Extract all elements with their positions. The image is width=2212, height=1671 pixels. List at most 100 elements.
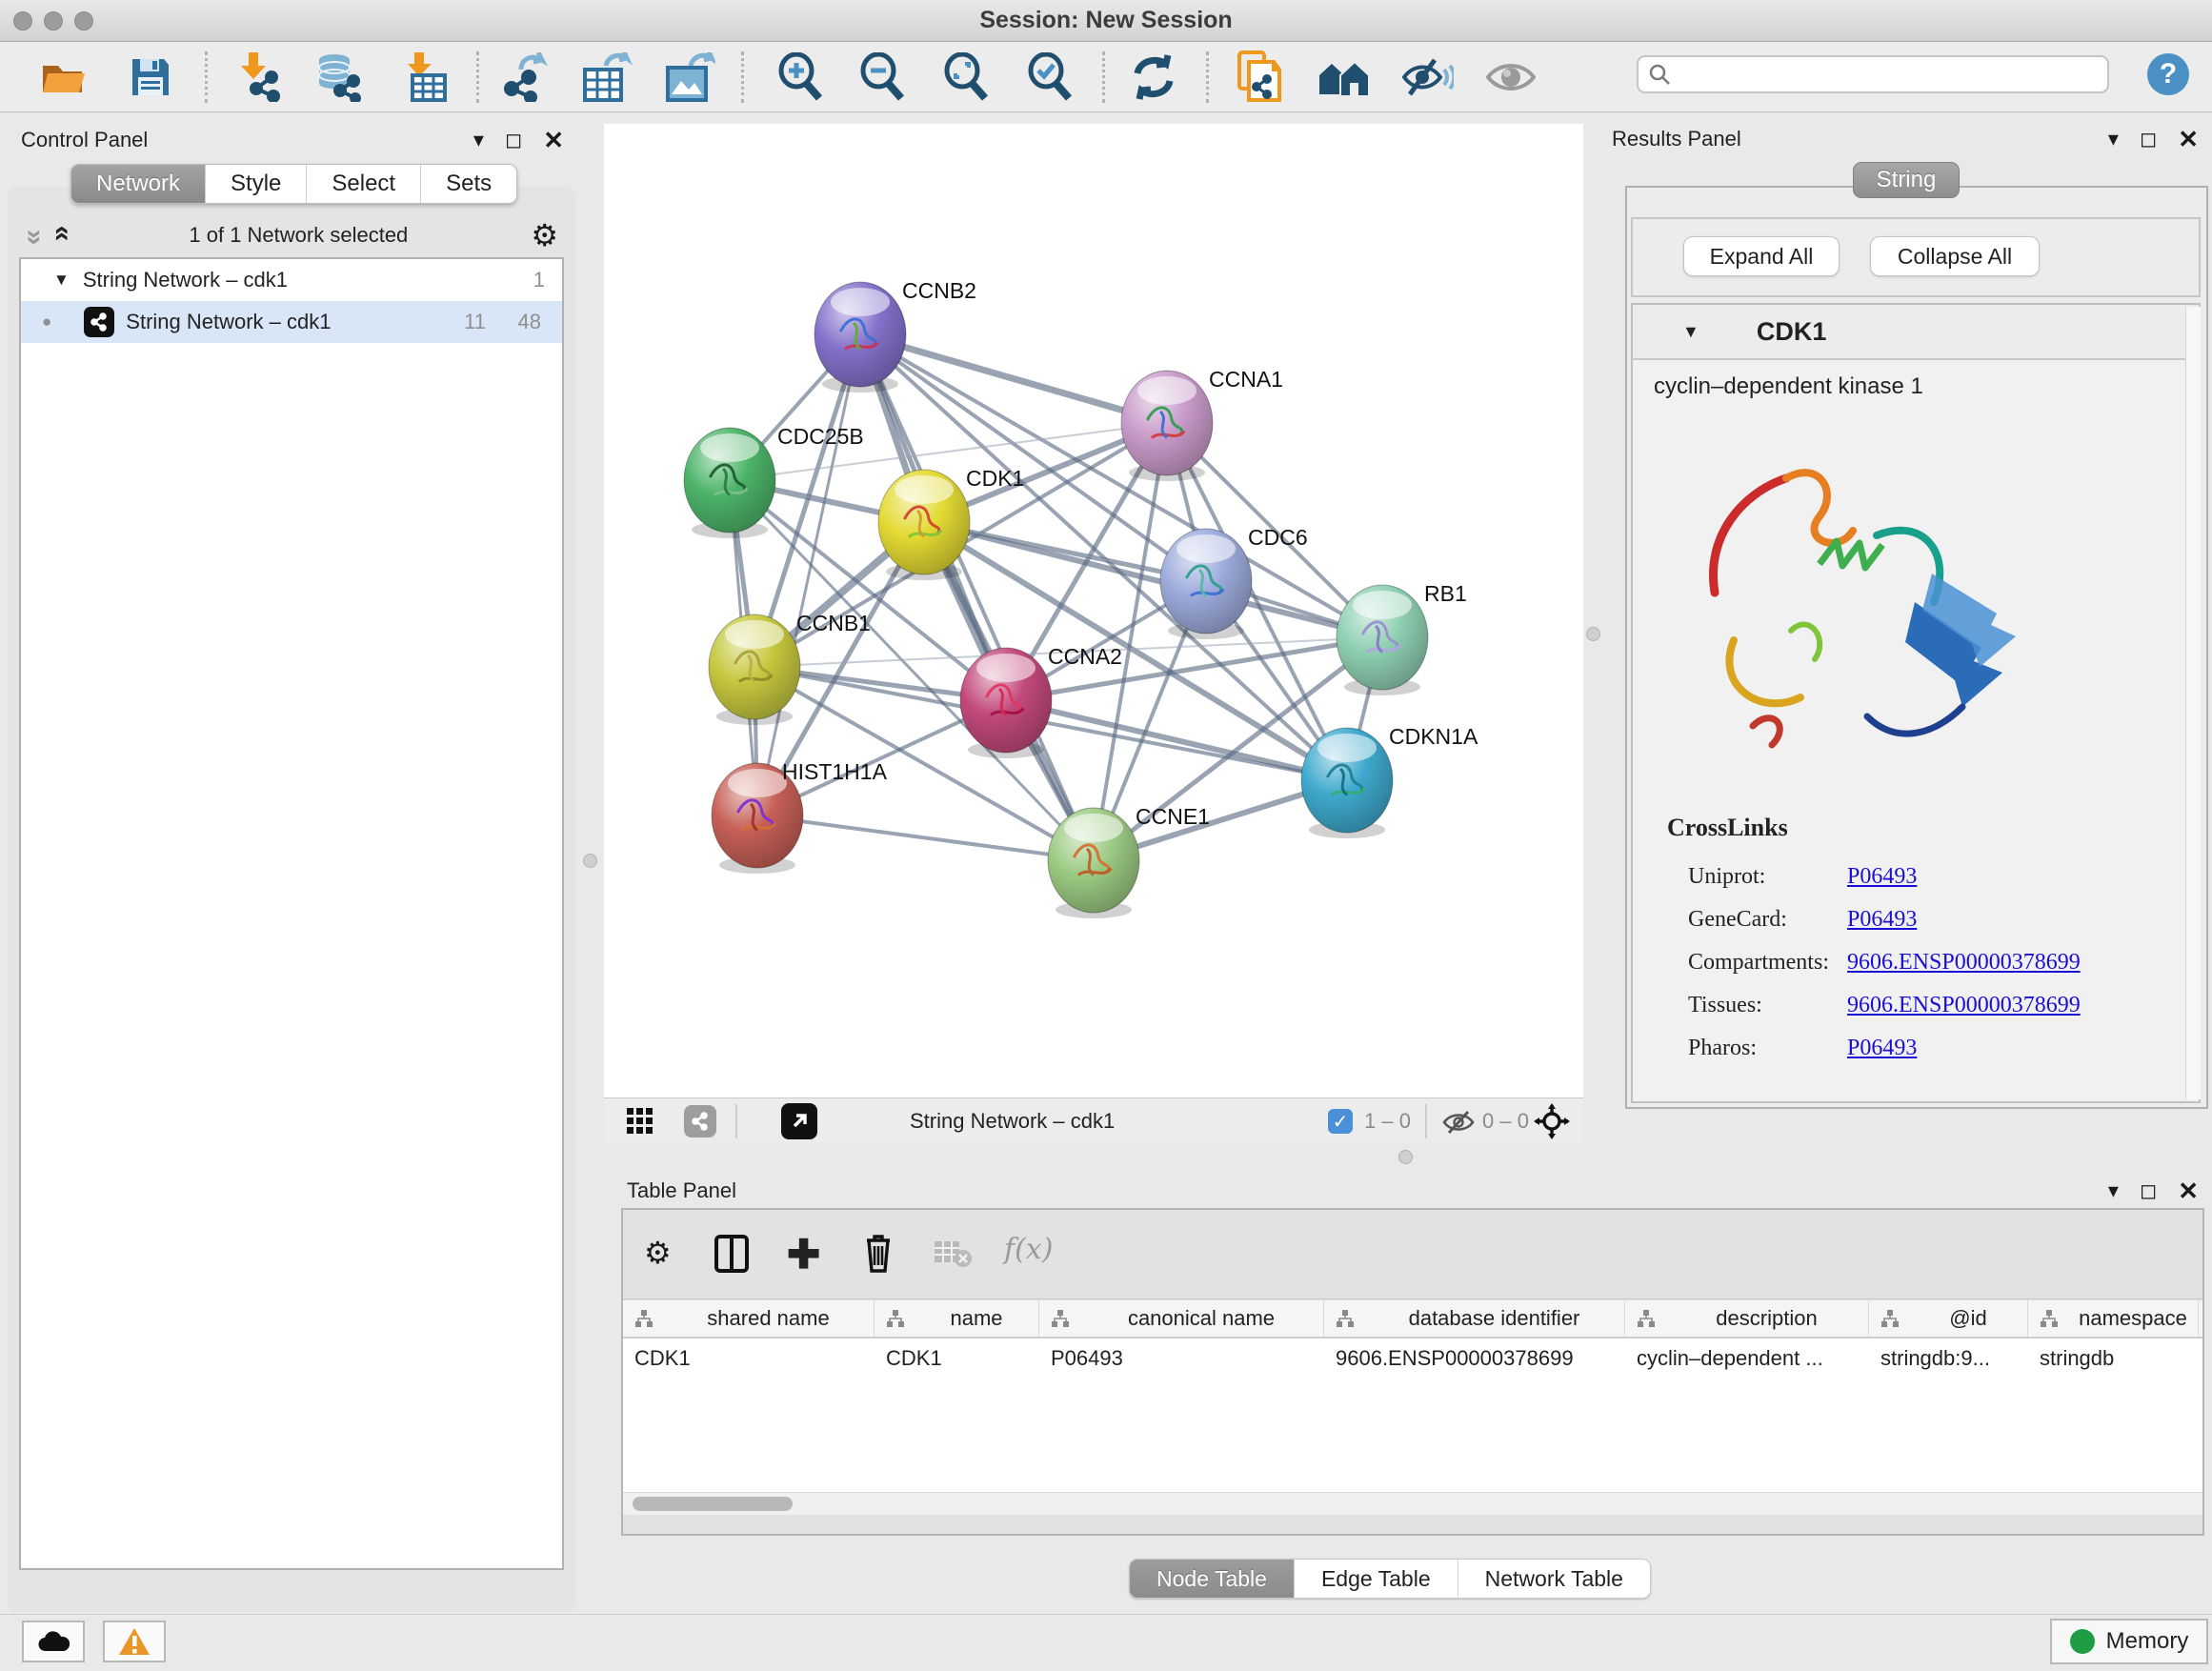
collection-expand-arrow[interactable]: ▼ — [53, 271, 70, 290]
save-session-button[interactable] — [124, 50, 177, 104]
export-table-button[interactable] — [580, 50, 633, 104]
network-options-gear-icon[interactable]: ⚙ — [531, 217, 558, 253]
column-header-name[interactable]: name — [875, 1300, 1039, 1337]
cloud-status-button[interactable] — [22, 1621, 85, 1662]
help-button[interactable]: ? — [2147, 53, 2189, 95]
network-node-CCNA1[interactable]: CCNA1 — [1121, 367, 1283, 481]
results-panel-close-icon[interactable]: ✕ — [2178, 127, 2199, 151]
network-node-RB1[interactable]: RB1 — [1337, 581, 1467, 695]
pharos-link[interactable]: P06493 — [1847, 1036, 1917, 1060]
network-overview-button[interactable] — [684, 1105, 716, 1137]
tab-edge-table[interactable]: Edge Table — [1294, 1560, 1458, 1598]
network-node-CDK1[interactable]: CDK1 — [878, 466, 1024, 580]
status-bar: Memory — [0, 1614, 2212, 1671]
warnings-button[interactable] — [103, 1621, 166, 1662]
search-input[interactable] — [1679, 62, 2088, 87]
column-header-namespace[interactable]: namespace — [2028, 1300, 2199, 1337]
table-panel-menu-icon[interactable]: ▾ — [2108, 1180, 2119, 1201]
tab-style[interactable]: Style — [205, 165, 306, 203]
tab-network-table[interactable]: Network Table — [1458, 1560, 1650, 1598]
search-field[interactable] — [1637, 55, 2109, 93]
column-header--id[interactable]: @id — [1869, 1300, 2028, 1337]
table-scrollbar-thumb[interactable] — [633, 1497, 793, 1511]
results-panel-menu-icon[interactable]: ▾ — [2108, 129, 2119, 150]
results-scrollbar[interactable] — [2185, 307, 2201, 1099]
zoom-out-button[interactable] — [855, 50, 909, 104]
tissues-link[interactable]: 9606.ENSP00000378699 — [1847, 993, 2081, 1017]
table-options-gear-icon[interactable]: ⚙ — [644, 1235, 672, 1271]
table-cell[interactable]: stringdb — [2028, 1339, 2199, 1379]
control-panel-menu-icon[interactable]: ▾ — [473, 130, 484, 151]
string-protein-query-button[interactable] — [1233, 50, 1286, 104]
expand-all-button[interactable]: Expand All — [1683, 236, 1840, 276]
control-panel-float-icon[interactable]: ◻ — [505, 130, 522, 151]
table-cell[interactable]: cyclin–dependent ... — [1625, 1339, 1869, 1379]
fit-content-crosshair-button[interactable] — [1534, 1103, 1570, 1144]
zoom-window-button[interactable] — [74, 11, 93, 30]
bottom-splitter-grip[interactable] — [1398, 1150, 1413, 1164]
selected-checkbox-icon[interactable]: ✓ — [1328, 1109, 1353, 1134]
table-cell[interactable]: CDK1 — [875, 1339, 1039, 1379]
table-horizontal-scrollbar[interactable] — [623, 1492, 2202, 1515]
network-node-CDKN1A[interactable]: CDKN1A — [1301, 724, 1478, 838]
birds-eye-view-button[interactable] — [627, 1108, 654, 1139]
show-hide-button[interactable] — [1401, 50, 1455, 104]
uniprot-link[interactable]: P06493 — [1847, 864, 1917, 889]
column-header-database-identifier[interactable]: database identifier — [1324, 1300, 1625, 1337]
refresh-view-button[interactable] — [1127, 50, 1180, 104]
import-network-file-button[interactable] — [231, 50, 285, 104]
table-cell[interactable]: CDK1 — [623, 1339, 875, 1379]
add-column-icon[interactable]: ✚ — [787, 1231, 820, 1278]
network-node-CCNB2[interactable]: CCNB2 — [814, 278, 976, 393]
minimize-window-button[interactable] — [44, 11, 63, 30]
gene-section-collapse-arrow[interactable]: ▼ — [1682, 322, 1699, 342]
show-columns-icon[interactable] — [714, 1235, 749, 1278]
network-canvas[interactable]: CCNB2CCNA1CDC25BCDK1CDC6RB1CCNB1CCNA2CDK… — [604, 124, 1583, 1097]
table-cell[interactable]: stringdb:9... — [1869, 1339, 2028, 1379]
column-header-canonical-name[interactable]: canonical name — [1039, 1300, 1324, 1337]
network-node-CCNE1[interactable]: CCNE1 — [1048, 804, 1210, 918]
network-row[interactable]: ● String Network – cdk1 11 48 — [21, 301, 562, 343]
column-header-shared-name[interactable]: shared name — [623, 1300, 875, 1337]
delete-column-icon[interactable] — [863, 1233, 894, 1278]
tab-node-table[interactable]: Node Table — [1130, 1560, 1294, 1598]
hidden-eye-icon[interactable] — [1442, 1110, 1475, 1139]
zoom-selected-button[interactable] — [1023, 50, 1076, 104]
window-traffic-lights[interactable] — [13, 11, 93, 30]
collapse-all-button[interactable]: Collapse All — [1870, 236, 2040, 276]
table-panel-close-icon[interactable]: ✕ — [2178, 1178, 2199, 1203]
compartments-link[interactable]: 9606.ENSP00000378699 — [1847, 950, 2081, 975]
network-node-CCNB1[interactable]: CCNB1 — [709, 611, 871, 725]
expand-all-networks-icon[interactable]: » — [44, 230, 76, 242]
zoom-in-button[interactable] — [774, 50, 827, 104]
table-cell[interactable]: P06493 — [1039, 1339, 1324, 1379]
open-in-browser-button[interactable] — [781, 1103, 817, 1139]
export-image-button[interactable] — [663, 50, 716, 104]
import-table-file-button[interactable] — [398, 50, 452, 104]
column-header-description[interactable]: description — [1625, 1300, 1869, 1337]
network-node-HIST1H1A[interactable]: HIST1H1A — [712, 759, 888, 874]
genecard-link[interactable]: P06493 — [1847, 907, 1917, 932]
close-window-button[interactable] — [13, 11, 32, 30]
import-network-database-button[interactable] — [312, 50, 365, 104]
table-cell[interactable]: 9606.ENSP00000378699 — [1324, 1339, 1625, 1379]
tab-select[interactable]: Select — [306, 165, 420, 203]
table-panel-float-icon[interactable]: ◻ — [2140, 1180, 2157, 1201]
table-row[interactable]: CDK1CDK1P064939606.ENSP00000378699cyclin… — [623, 1339, 2202, 1379]
left-splitter-grip[interactable] — [583, 854, 597, 868]
network-node-CDC25B[interactable]: CDC25B — [684, 424, 864, 538]
memory-button[interactable]: Memory — [2050, 1619, 2208, 1664]
first-neighbors-button[interactable] — [1317, 50, 1371, 104]
right-splitter-grip[interactable] — [1586, 627, 1600, 641]
tab-sets[interactable]: Sets — [420, 165, 516, 203]
network-collection-row[interactable]: ▼ String Network – cdk1 1 — [21, 259, 562, 301]
results-panel-float-icon[interactable]: ◻ — [2140, 129, 2157, 150]
gene-section-header[interactable]: ▼ CDK1 — [1633, 305, 2199, 360]
results-tab-string[interactable]: String — [1853, 162, 1960, 198]
tab-network[interactable]: Network — [71, 165, 205, 203]
open-session-button[interactable] — [37, 50, 90, 104]
export-network-button[interactable] — [498, 50, 552, 104]
control-panel-close-icon[interactable]: ✕ — [543, 128, 564, 152]
show-graphics-button[interactable] — [1484, 50, 1538, 104]
zoom-fit-button[interactable] — [939, 50, 993, 104]
